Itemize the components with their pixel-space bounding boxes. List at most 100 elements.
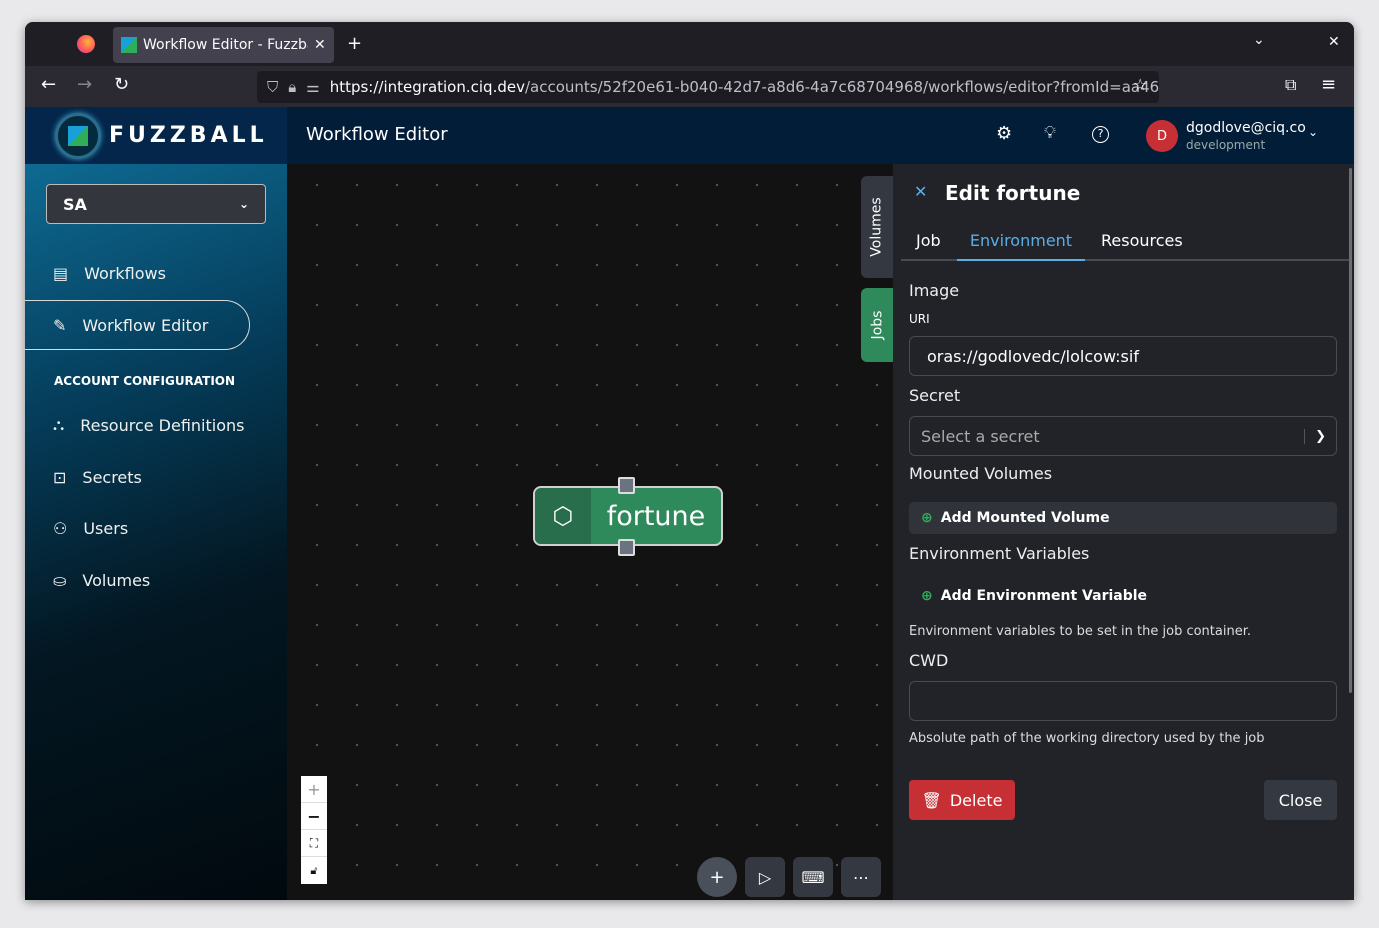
avatar[interactable]: D <box>1146 120 1178 152</box>
chevron-down-icon: ⌄ <box>238 197 249 211</box>
sidebar-item-volumes[interactable]: ⛀ Volumes <box>25 555 250 605</box>
node-label: fortune <box>606 500 706 532</box>
shield-icon: ⛉ <box>267 78 279 96</box>
sidebar-item-secrets[interactable]: ⊡ Secrets <box>25 452 250 502</box>
sidebar-item-label: Users <box>83 518 129 538</box>
browser-window: Workflow Editor - Fuzzball ✕ + ⌄ ✕ ← → ↻… <box>25 22 1354 900</box>
url-host: https://integration.ciq.dev <box>329 78 525 96</box>
hierarchy-icon: ⛬ <box>53 415 65 434</box>
page-title: Workflow Editor <box>306 124 448 145</box>
secret-select[interactable]: Select a secret ❯ <box>909 416 1337 456</box>
tab-strip: Workflow Editor - Fuzzball ✕ + ⌄ ✕ <box>25 22 1354 66</box>
bookmark-star-icon[interactable]: ☆ <box>1133 75 1147 94</box>
close-tab-icon[interactable]: ✕ <box>314 37 326 53</box>
user-environment: development <box>1186 138 1266 152</box>
tab-list-icon[interactable]: ⌄ <box>1253 32 1265 48</box>
url-path: /accounts/52f20e61-b040-42d7-a8d6-4a7c68… <box>524 78 1159 96</box>
volumes-tab-label: Volumes <box>869 197 885 257</box>
app-header: FUZZBALL Workflow Editor ⚙ 💡︎ ? D dgodlo… <box>25 107 1354 164</box>
users-icon: ⚇ <box>53 518 68 538</box>
input-handle[interactable] <box>618 477 635 494</box>
logo[interactable]: FUZZBALL <box>25 107 287 164</box>
close-button[interactable]: Close <box>1264 780 1337 820</box>
account-select[interactable]: SA ⌄ <box>46 184 266 224</box>
tab-resources[interactable]: Resources <box>1101 231 1183 250</box>
favicon-icon <box>121 37 137 53</box>
tab-environment[interactable]: Environment <box>957 231 1085 261</box>
mounted-volumes-label: Mounted Volumes <box>909 464 1053 483</box>
edit-job-panel: ✕ Edit fortune Job Environment Resources… <box>893 164 1354 900</box>
trash-icon: 🗑︎ <box>921 790 942 810</box>
zoom-out-icon[interactable]: − <box>301 803 327 830</box>
image-heading: Image <box>909 281 960 300</box>
add-node-button[interactable]: + <box>697 857 737 897</box>
sidebar-item-label: Secrets <box>82 467 142 487</box>
nav-toolbar: ← → ↻ ⛉ 🔒︎ ⚌ https://integration.ciq.dev… <box>25 66 1354 107</box>
browser-tab[interactable]: Workflow Editor - Fuzzball ✕ <box>113 27 334 63</box>
volumes-side-tab[interactable]: Volumes <box>861 176 893 278</box>
jobs-side-tab[interactable]: Jobs <box>861 288 893 362</box>
environment-variables-label: Environment Variables <box>909 544 1090 563</box>
chevron-down-icon[interactable]: ⌄ <box>1308 125 1318 139</box>
add-env-label: Add Environment Variable <box>940 588 1148 604</box>
panel-scrollbar[interactable] <box>1349 168 1352 693</box>
cwd-input[interactable] <box>909 681 1337 721</box>
add-mounted-volume-button[interactable]: ⊕ Add Mounted Volume <box>909 502 1337 534</box>
new-tab-icon[interactable]: + <box>347 33 362 54</box>
sidebar-item-workflow-editor[interactable]: ✎ Workflow Editor <box>25 300 250 350</box>
sidebar-item-resource-definitions[interactable]: ⛬ Resource Definitions <box>25 400 250 450</box>
secret-label: Secret <box>909 386 961 405</box>
account-value: SA <box>63 194 87 214</box>
sidebar-item-workflows[interactable]: ▤ Workflows <box>25 248 250 298</box>
job-node-fortune[interactable]: ⬡ fortune <box>533 486 723 546</box>
secret-message-icon: ⊡ <box>53 467 67 487</box>
uri-label: URI <box>909 312 930 326</box>
zoom-controls: + − ⛶ 🔓︎ <box>301 776 327 884</box>
fit-view-icon[interactable]: ⛶ <box>301 830 327 857</box>
uri-input[interactable]: oras://godlovedc/lolcow:sif <box>909 336 1337 376</box>
tab-title: Workflow Editor - Fuzzball <box>143 37 308 53</box>
menu-icon[interactable]: ≡ <box>1321 74 1336 95</box>
sidebar-item-users[interactable]: ⚇ Users <box>25 503 250 553</box>
jobs-tab-label: Jobs <box>869 310 885 340</box>
workflow-canvas[interactable]: ⬡ fortune Volumes Jobs + − ⛶ 🔓︎ + ▷ ⌨ ⋯ <box>287 164 893 900</box>
more-options-button[interactable]: ⋯ <box>841 857 881 897</box>
add-environment-variable-button[interactable]: ⊕ Add Environment Variable <box>921 588 1147 604</box>
list-icon: ▤ <box>53 263 69 283</box>
lock-icon[interactable]: 🔓︎ <box>301 857 327 884</box>
section-heading: ACCOUNT CONFIGURATION <box>54 374 236 388</box>
run-button[interactable]: ▷ <box>745 857 785 897</box>
sidebar-item-label: Workflows <box>84 263 166 283</box>
drive-icon: ⛀ <box>53 570 67 590</box>
lightbulb-icon[interactable]: 💡︎ <box>1044 123 1056 143</box>
extensions-icon[interactable]: ⧉ <box>1285 75 1296 95</box>
sidebar: SA ⌄ ▤ Workflows ✎ Workflow Editor ACCOUNT … <box>25 164 287 900</box>
delete-label: Delete <box>949 790 1003 810</box>
keyboard-shortcuts-button[interactable]: ⌨ <box>793 857 833 897</box>
plus-circle-icon: ⊕ <box>921 510 933 526</box>
window-close-icon[interactable]: ✕ <box>1328 34 1340 50</box>
env-help-text: Environment variables to be set in the j… <box>909 624 1251 639</box>
lock-icon: 🔒︎ <box>288 78 297 96</box>
settings-gear-icon[interactable]: ⚙ <box>996 123 1012 144</box>
close-panel-icon[interactable]: ✕ <box>914 182 927 201</box>
back-icon[interactable]: ← <box>41 74 56 95</box>
edit-icon: ✎ <box>53 315 67 335</box>
plus-circle-icon: ⊕ <box>921 588 933 604</box>
output-handle[interactable] <box>618 539 635 556</box>
user-email[interactable]: dgodlove@ciq.co <box>1186 120 1306 136</box>
chevron-down-icon: ❯ <box>1304 428 1336 444</box>
help-icon[interactable]: ? <box>1092 126 1109 143</box>
add-volume-label: Add Mounted Volume <box>940 510 1110 526</box>
secret-placeholder: Select a secret <box>921 426 1040 446</box>
reload-icon[interactable]: ↻ <box>114 74 129 95</box>
tab-job[interactable]: Job <box>916 231 941 250</box>
sidebar-item-label: Volumes <box>82 570 151 590</box>
cube-icon: ⬡ <box>535 488 591 544</box>
firefox-icon <box>77 35 95 53</box>
delete-button[interactable]: 🗑︎ Delete <box>909 780 1015 820</box>
zoom-in-icon[interactable]: + <box>301 776 327 803</box>
url-bar[interactable]: ⛉ 🔒︎ ⚌ https://integration.ciq.dev/accou… <box>257 71 1159 103</box>
forward-icon[interactable]: → <box>77 74 92 95</box>
cwd-help-text: Absolute path of the working directory u… <box>909 731 1265 746</box>
